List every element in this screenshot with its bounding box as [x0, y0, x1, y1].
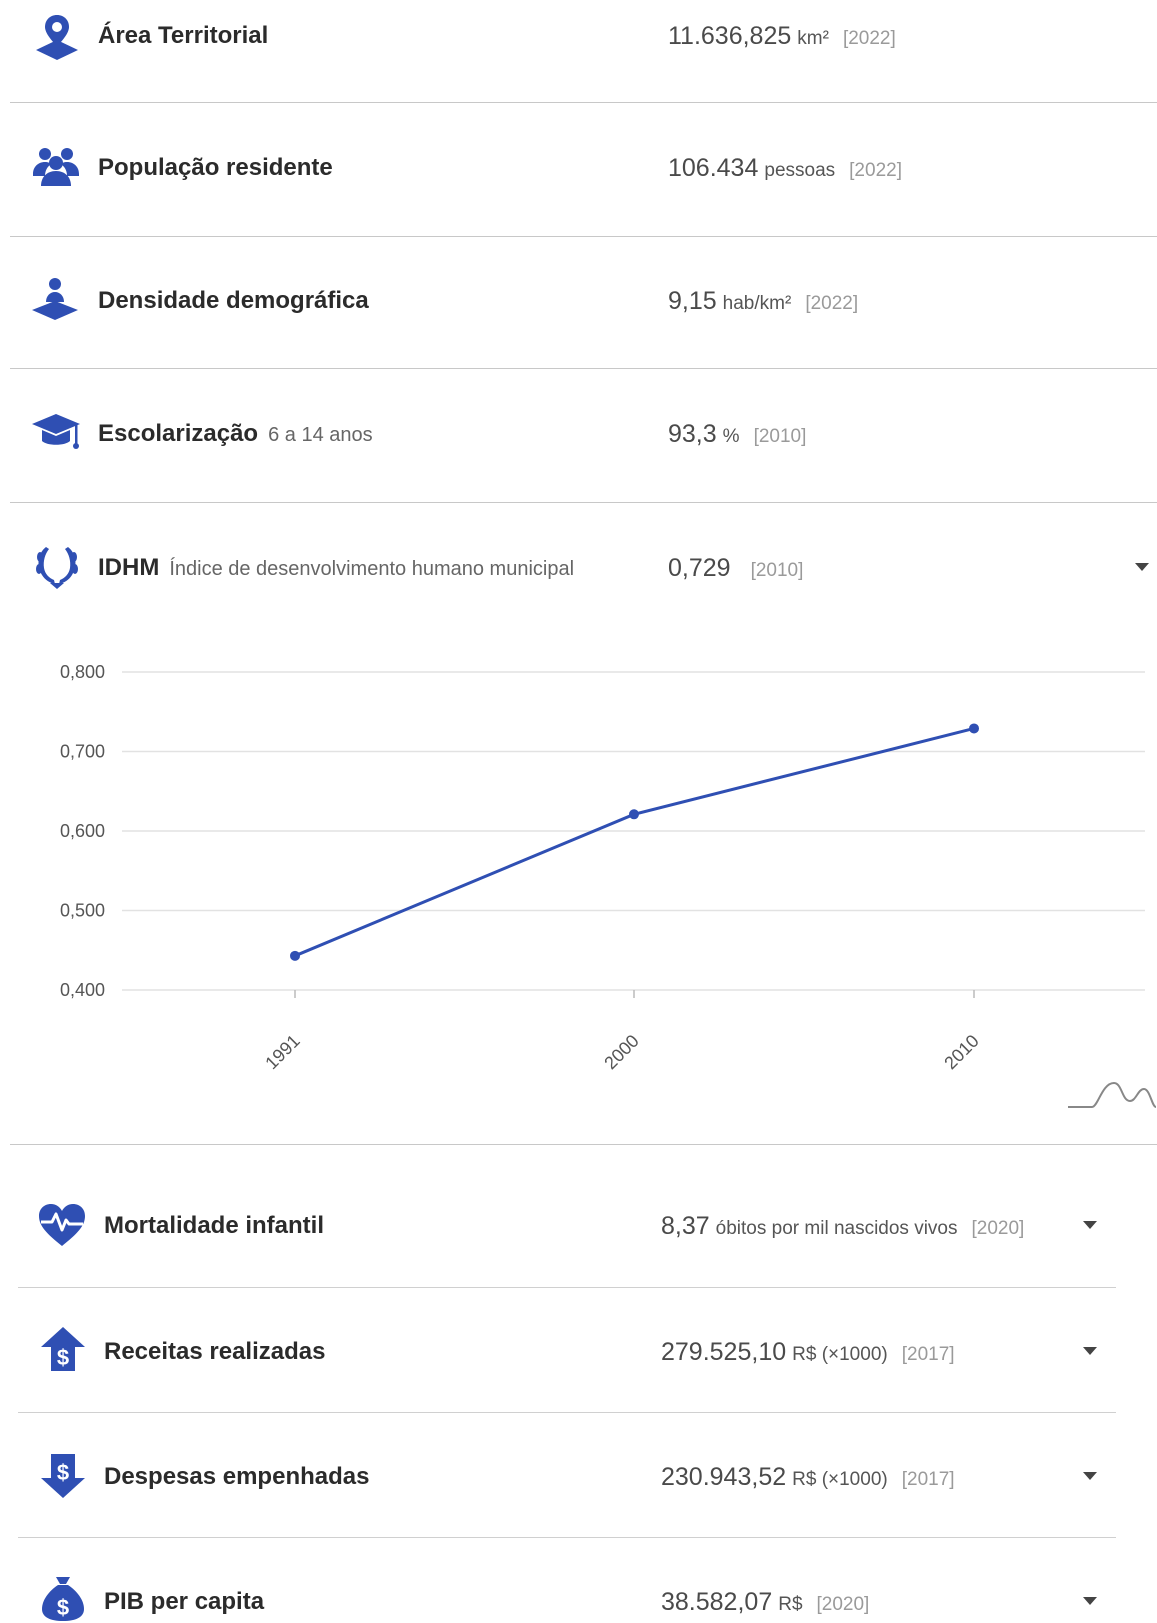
value-number: 106.434: [668, 154, 759, 182]
indicator-value-mortalidade: 8,37 óbitos por mil nascidos vivos [2020]: [661, 1212, 1024, 1241]
indicator-sublabel: 6 a 14 anos: [268, 424, 373, 446]
graduation-cap-icon: [31, 410, 81, 460]
value-year: [2022]: [842, 28, 896, 49]
y-tick-label: 0,700: [60, 742, 105, 762]
indicator-label-mortalidade: Mortalidade infantil: [104, 1212, 325, 1239]
value-year: [2020]: [816, 1594, 870, 1615]
people-icon: [31, 144, 81, 194]
y-tick-label: 0,400: [60, 980, 105, 1000]
value-year: [2022]: [849, 160, 902, 181]
row-divider: [10, 368, 1157, 369]
indicator-sublabel: Índice de desenvolvimento humano municip…: [169, 558, 575, 580]
row-divider: [10, 236, 1157, 237]
indicator-label-receitas: Receitas realizadas: [104, 1338, 326, 1365]
indicator-label-densidade: Densidade demográfica: [98, 287, 369, 314]
value-number: 230.943,52: [661, 1463, 787, 1491]
value-unit: pessoas: [764, 160, 836, 181]
value-unit: óbitos por mil nascidos vivos: [715, 1218, 958, 1239]
value-year: [2020]: [971, 1218, 1025, 1239]
expand-caret-mortalidade[interactable]: [1083, 1221, 1097, 1229]
value-unit: km²: [797, 28, 829, 49]
idhm-line-chart: 0,800 0,700 0,600 0,500 0,400 1991 2000 2010: [60, 662, 1145, 1073]
data-point: [969, 723, 979, 734]
value-unit: R$: [778, 1594, 803, 1615]
indicator-value-receitas: 279.525,10 R$ (×1000) [2017]: [661, 1338, 955, 1367]
expand-caret-receitas[interactable]: [1083, 1347, 1097, 1355]
money-bag-icon: $: [38, 1573, 88, 1623]
svg-text:$: $: [57, 1345, 69, 1370]
indicator-value-area: 11.636,825 km² [2022]: [668, 22, 896, 51]
laurel-wreath-icon: [32, 543, 82, 593]
row-divider: [10, 502, 1157, 503]
indicator-label-idhm: IDHM Índice de desenvolvimento humano mun…: [98, 554, 575, 581]
x-tick-label: 2010: [940, 1031, 982, 1073]
indicator-value-populacao: 106.434 pessoas [2022]: [668, 154, 902, 183]
value-number: 93,3: [668, 420, 717, 448]
row-divider: [10, 102, 1157, 103]
value-number: 38.582,07: [661, 1588, 773, 1616]
indicator-label-escolarizacao: Escolarização 6 a 14 anos: [98, 420, 373, 447]
heart-pulse-icon: [37, 1200, 87, 1250]
revenue-arrow-up-icon: $: [38, 1325, 88, 1375]
y-tick-label: 0,600: [60, 821, 105, 841]
series-line: [294, 726, 975, 958]
value-year: [2022]: [805, 293, 859, 314]
chart-toggle-icon[interactable]: [1066, 1075, 1157, 1111]
value-unit: R$ (×1000): [792, 1469, 888, 1490]
value-year: [2017]: [901, 1344, 955, 1365]
expand-caret-despesas[interactable]: [1083, 1472, 1097, 1480]
svg-text:$: $: [57, 1460, 69, 1485]
row-divider: [18, 1412, 1116, 1413]
value-number: 0,729: [668, 554, 731, 582]
map-pin-icon: [32, 12, 82, 62]
value-number: 9,15: [668, 287, 717, 315]
value-unit: hab/km²: [722, 293, 792, 314]
indicator-label-populacao: População residente: [98, 154, 333, 181]
indicator-label-area: Área Territorial: [98, 22, 269, 49]
indicator-label-pib: PIB per capita: [104, 1588, 265, 1615]
value-unit: R$ (×1000): [792, 1344, 888, 1365]
indicator-value-densidade: 9,15 hab/km² [2022]: [668, 287, 858, 316]
value-year: [2010]: [753, 426, 807, 447]
x-tick-label: 1991: [261, 1031, 303, 1073]
row-divider: [18, 1537, 1116, 1538]
indicator-value-pib: 38.582,07 R$ [2020]: [661, 1588, 869, 1617]
value-unit: %: [722, 426, 740, 447]
value-number: 8,37: [661, 1212, 710, 1240]
data-point: [290, 950, 300, 961]
y-tick-label: 0,800: [60, 662, 105, 682]
expense-arrow-down-icon: $: [38, 1450, 88, 1500]
indicator-label-despesas: Despesas empenhadas: [104, 1463, 370, 1490]
indicator-value-escolarizacao: 93,3% [2010]: [668, 420, 806, 449]
value-year: [2017]: [901, 1469, 955, 1490]
svg-text:$: $: [57, 1595, 69, 1620]
indicator-value-idhm: 0,729 [2010]: [668, 554, 803, 583]
value-number: 279.525,10: [661, 1338, 787, 1366]
indicator-value-despesas: 230.943,52 R$ (×1000) [2017]: [661, 1463, 955, 1492]
row-divider: [10, 1144, 1157, 1145]
row-divider: [18, 1287, 1116, 1288]
person-on-map-icon: [30, 276, 80, 326]
data-point: [629, 809, 639, 820]
sparkline-icon: [1068, 1081, 1157, 1108]
expand-caret-idhm[interactable]: [1135, 563, 1149, 571]
y-tick-label: 0,500: [60, 901, 105, 921]
value-number: 11.636,825: [668, 22, 792, 50]
value-year: [2010]: [750, 560, 804, 581]
x-tick-label: 2000: [600, 1031, 642, 1073]
expand-caret-pib[interactable]: [1083, 1597, 1097, 1605]
